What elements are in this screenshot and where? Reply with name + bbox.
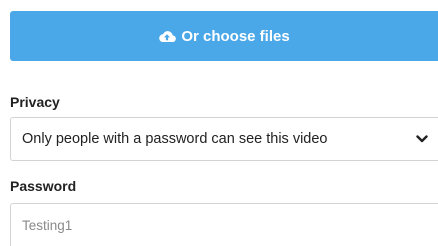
chevron-down-icon	[416, 135, 428, 143]
privacy-select[interactable]: Only people with a password can see this…	[10, 117, 438, 161]
choose-files-button[interactable]: Or choose files	[10, 11, 438, 61]
password-label: Password	[10, 178, 77, 194]
privacy-selected-value: Only people with a password can see this…	[22, 131, 328, 147]
choose-files-label: Or choose files	[181, 27, 290, 45]
password-value: Testing1	[22, 217, 73, 233]
cloud-upload-icon	[159, 31, 177, 43]
password-input[interactable]: Testing1	[10, 203, 438, 246]
upload-settings-panel: Or choose files Privacy Only people with…	[0, 0, 438, 246]
privacy-label: Privacy	[10, 94, 60, 110]
